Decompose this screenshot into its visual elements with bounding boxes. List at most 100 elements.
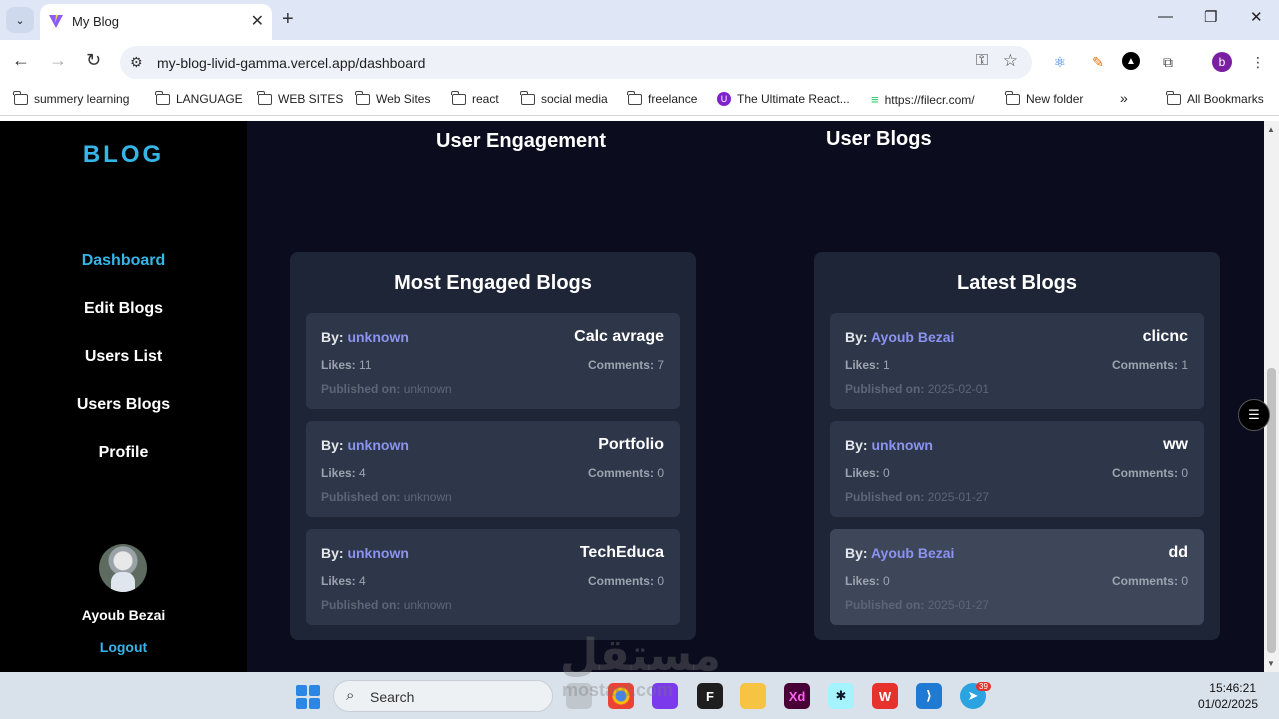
author-link[interactable]: unknown	[347, 545, 408, 561]
blog-card[interactable]: By: unknown Portfolio Likes: 4 Comments:…	[306, 421, 680, 517]
blog-title[interactable]: clicnc	[1143, 328, 1188, 346]
avatar[interactable]	[99, 544, 147, 592]
likes-label: Likes:	[321, 466, 356, 480]
bookmarks-bar: summery learning LANGUAGE WEB SITES Web …	[0, 84, 1279, 116]
blog-card[interactable]: By: unknown ww Likes: 0 Comments: 0 Publ…	[830, 421, 1204, 517]
close-tab-icon[interactable]: ✕	[251, 11, 264, 31]
likes-label: Likes:	[845, 358, 880, 372]
comments-count: 0	[657, 466, 664, 480]
bookmark-item[interactable]: freelance	[627, 90, 697, 106]
restore-icon[interactable]: ❐	[1204, 8, 1217, 26]
panel-title: Latest Blogs	[956, 272, 1078, 294]
blog-title[interactable]: TechEduca	[580, 544, 664, 562]
page-scrollbar[interactable]: ▲ ▼	[1264, 121, 1279, 672]
user-name: Ayoub Bezai	[81, 607, 166, 623]
by-label: By:	[321, 545, 344, 561]
blog-card[interactable]: By: unknown TechEduca Likes: 4 Comments:…	[306, 529, 680, 625]
likes-count: 0	[883, 466, 890, 480]
blog-title[interactable]: dd	[1168, 544, 1188, 562]
extensions-puzzle-icon[interactable]: ⧉	[1158, 52, 1178, 72]
clock-time[interactable]: 15:46:21	[1190, 681, 1256, 695]
folder-icon	[155, 90, 170, 105]
bookmark-item[interactable]: summery learning	[13, 90, 129, 106]
scroll-up-icon[interactable]: ▲	[1267, 125, 1275, 134]
author-link[interactable]: Ayoub Bezai	[871, 545, 955, 561]
back-icon[interactable]: ←	[12, 50, 30, 71]
nav-profile[interactable]: Profile	[0, 444, 247, 462]
nav-users-list[interactable]: Users List	[0, 348, 247, 366]
url-text[interactable]: my-blog-livid-gamma.vercel.app/dashboard	[157, 55, 425, 71]
likes-count: 4	[359, 466, 366, 480]
windows-start-icon[interactable]	[296, 685, 320, 709]
profile-avatar[interactable]: b	[1212, 52, 1232, 72]
bookmark-item[interactable]: ≡ https://filecr.com/	[871, 92, 975, 107]
new-tab-icon[interactable]: +	[282, 8, 294, 31]
folder-icon	[627, 90, 642, 105]
blog-title[interactable]: Calc avrage	[574, 328, 664, 346]
likes-label: Likes:	[845, 466, 880, 480]
folder-icon	[1005, 90, 1020, 105]
react-devtools-icon[interactable]: ⚛	[1050, 52, 1070, 72]
bookmark-item[interactable]: LANGUAGE	[155, 90, 243, 106]
extension-icon[interactable]: ✎	[1088, 52, 1108, 72]
bookmark-item[interactable]: react	[451, 90, 499, 106]
published-label: Published on:	[845, 490, 925, 504]
menu-kebab-icon[interactable]: ⋮	[1248, 52, 1268, 72]
nav-edit-blogs[interactable]: Edit Blogs	[0, 300, 247, 318]
vite-favicon-icon	[49, 15, 63, 28]
bookmark-item[interactable]: Web Sites	[355, 90, 430, 106]
adobe-xd-icon[interactable]: Xd	[784, 683, 810, 709]
published-date: 2025-01-27	[927, 490, 990, 504]
vscode-icon[interactable]: ⟩	[916, 683, 942, 709]
brand-logo[interactable]: BLOG	[0, 141, 247, 169]
bookmark-star-icon[interactable]: ☆	[1003, 51, 1018, 71]
author-link[interactable]: unknown	[347, 437, 408, 453]
logout-link[interactable]: Logout	[0, 639, 247, 655]
sidebar: BLOG Dashboard Edit Blogs Users List Use…	[0, 121, 247, 672]
site-info-icon[interactable]: ⚙	[130, 54, 143, 71]
reload-icon[interactable]: ↻	[86, 50, 101, 71]
ultimate-react-favicon-icon: U	[717, 92, 731, 106]
scroll-down-icon[interactable]: ▼	[1267, 659, 1275, 668]
more-bookmarks-icon[interactable]: »	[1120, 90, 1128, 106]
app-icon-star[interactable]: ✱	[828, 683, 854, 709]
blog-card[interactable]: By: Ayoub Bezai clicnc Likes: 1 Comments…	[830, 313, 1204, 409]
published-label: Published on:	[321, 382, 401, 396]
published-date: 2025-02-01	[927, 382, 990, 396]
blog-title[interactable]: ww	[1163, 436, 1188, 454]
published-date: unknown	[403, 490, 452, 504]
author-link[interactable]: unknown	[871, 437, 932, 453]
comments-label: Comments:	[1111, 358, 1178, 372]
blog-card[interactable]: By: unknown Calc avrage Likes: 11 Commen…	[306, 313, 680, 409]
file-explorer-icon[interactable]	[740, 683, 766, 709]
tab-search-button[interactable]: ⌄	[6, 7, 34, 33]
wps-icon[interactable]: W	[872, 683, 898, 709]
all-bookmarks[interactable]: All Bookmarks	[1166, 90, 1264, 106]
figma-icon[interactable]: F	[697, 683, 723, 709]
bookmark-item[interactable]: WEB SITES	[257, 90, 343, 106]
published-date: unknown	[403, 382, 452, 396]
blog-card[interactable]: By: Ayoub Bezai dd Likes: 0 Comments: 0 …	[830, 529, 1204, 625]
triangle-extension-icon[interactable]: ▲	[1122, 52, 1140, 70]
author-link[interactable]: unknown	[347, 329, 408, 345]
browser-tab[interactable]: My Blog ✕	[40, 4, 272, 40]
bookmark-item[interactable]: U The Ultimate React...	[717, 92, 850, 106]
password-key-icon[interactable]: ⚿	[976, 52, 988, 70]
comments-count: 0	[1181, 466, 1188, 480]
floating-menu-icon[interactable]: ☰	[1238, 399, 1270, 431]
bookmark-item[interactable]: social media	[520, 90, 608, 106]
forward-icon[interactable]: →	[49, 50, 67, 71]
bookmark-item[interactable]: New folder	[1005, 90, 1083, 106]
clock-date[interactable]: 01/02/2025	[1180, 697, 1258, 711]
nav-dashboard[interactable]: Dashboard	[0, 252, 247, 270]
likes-count: 1	[883, 358, 890, 372]
published-label: Published on:	[321, 598, 401, 612]
address-bar[interactable]: ⚙ my-blog-livid-gamma.vercel.app/dashboa…	[120, 46, 1032, 79]
blog-title[interactable]: Portfolio	[598, 436, 664, 454]
nav-users-blogs[interactable]: Users Blogs	[0, 396, 247, 414]
dashboard-page: BLOG Dashboard Edit Blogs Users List Use…	[0, 121, 1264, 672]
taskbar-search[interactable]: ⌕ Search	[333, 680, 553, 712]
author-link[interactable]: Ayoub Bezai	[871, 329, 955, 345]
close-window-icon[interactable]: ✕	[1250, 8, 1263, 26]
minimize-icon[interactable]: —	[1158, 8, 1173, 25]
